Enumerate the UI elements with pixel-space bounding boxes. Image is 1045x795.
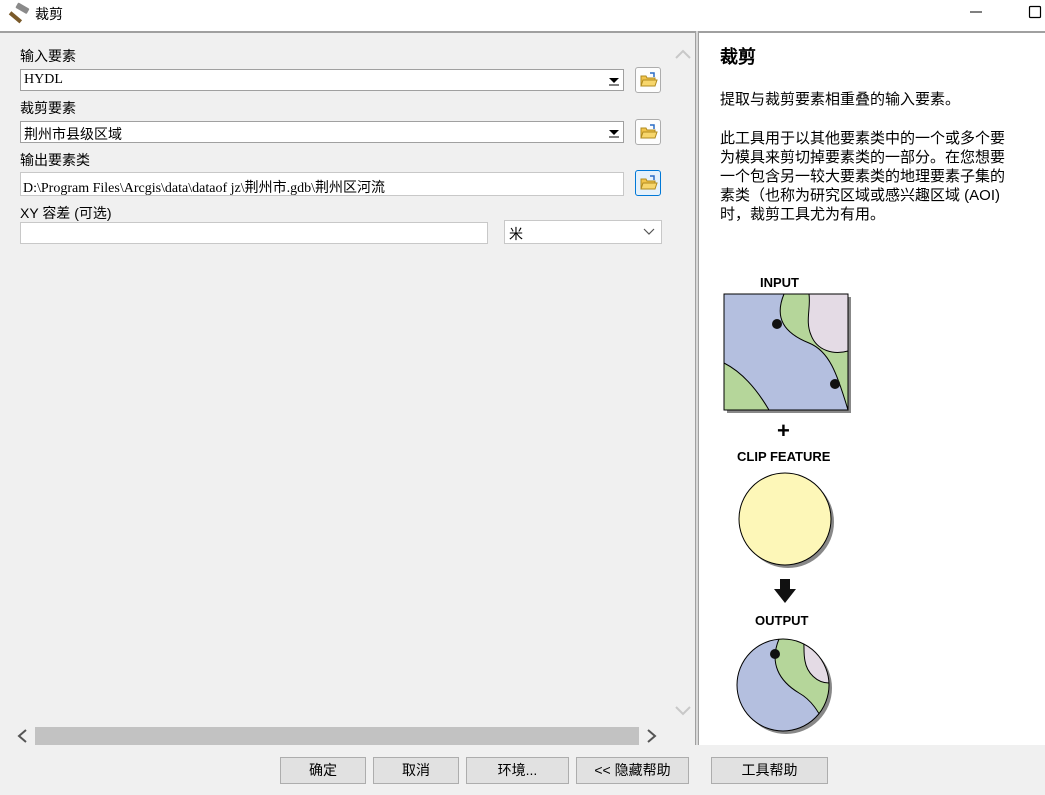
parameters-panel: 输入要素 HYDL 裁剪要素 荆州市县级区域 输出要素类 D:\Program … xyxy=(0,31,695,747)
minimize-button[interactable] xyxy=(954,0,998,28)
open-folder-icon xyxy=(640,124,658,139)
help-panel: 裁剪 提取与裁剪要素相重叠的输入要素。 此工具用于以其他要素类中的一个或多个要 … xyxy=(699,31,1045,745)
output-feature-class-browse-button[interactable] xyxy=(635,170,661,196)
xy-tolerance-input[interactable] xyxy=(20,222,488,244)
open-folder-icon xyxy=(640,175,658,190)
input-features-value: HYDL xyxy=(24,72,63,87)
xy-tolerance-label: XY 容差 (可选) xyxy=(20,205,112,221)
input-features-combo[interactable]: HYDL xyxy=(20,69,624,91)
unit-value: 米 xyxy=(509,226,523,242)
chevron-down-icon xyxy=(643,228,655,235)
output-feature-class-label: 输出要素类 xyxy=(20,152,90,168)
chevron-left-icon[interactable] xyxy=(14,727,30,745)
diagram-clip-label: CLIP FEATURE xyxy=(737,449,831,464)
tool-help-button[interactable]: 工具帮助 xyxy=(711,757,828,784)
output-feature-class-input[interactable]: D:\Program Files\Arcgis\data\dataof jz\荆… xyxy=(20,172,624,196)
input-map-graphic xyxy=(723,293,851,734)
clip-features-combo[interactable]: 荆州市县级区域 xyxy=(20,121,624,143)
chevron-down-icon[interactable] xyxy=(673,701,693,721)
input-features-label: 输入要素 xyxy=(20,48,76,64)
ok-button[interactable]: 确定 xyxy=(280,757,366,784)
environments-button[interactable]: 环境... xyxy=(466,757,569,784)
diagram-plus: + xyxy=(777,418,790,443)
maximize-icon xyxy=(1028,5,1042,19)
dropdown-arrow-icon[interactable] xyxy=(607,125,621,139)
clip-features-label: 裁剪要素 xyxy=(20,100,76,116)
input-features-browse-button[interactable] xyxy=(635,67,661,93)
chevron-up-icon[interactable] xyxy=(673,45,693,65)
horizontal-scrollbar[interactable] xyxy=(14,727,662,745)
dropdown-arrow-icon[interactable] xyxy=(607,73,621,87)
open-folder-icon xyxy=(640,72,658,87)
vertical-scrollbar[interactable] xyxy=(673,41,693,721)
horizontal-scrollbar-thumb[interactable] xyxy=(35,727,639,745)
window-title: 裁剪 xyxy=(35,6,63,22)
chevron-right-icon[interactable] xyxy=(644,727,660,745)
diagram-output-label: OUTPUT xyxy=(755,613,809,628)
title-bar: 裁剪 xyxy=(0,0,1045,31)
clip-features-browse-button[interactable] xyxy=(635,119,661,145)
cancel-button[interactable]: 取消 xyxy=(373,757,459,784)
hide-help-button[interactable]: << 隐藏帮助 xyxy=(576,757,689,784)
maximize-button[interactable] xyxy=(1010,0,1045,28)
xy-tolerance-unit-select[interactable]: 米 xyxy=(504,220,662,244)
clip-features-value: 荆州市县级区域 xyxy=(24,128,122,143)
output-feature-class-value: D:\Program Files\Arcgis\data\dataof jz\荆… xyxy=(23,181,386,196)
hammer-icon xyxy=(8,2,30,24)
minimize-icon xyxy=(970,11,982,13)
